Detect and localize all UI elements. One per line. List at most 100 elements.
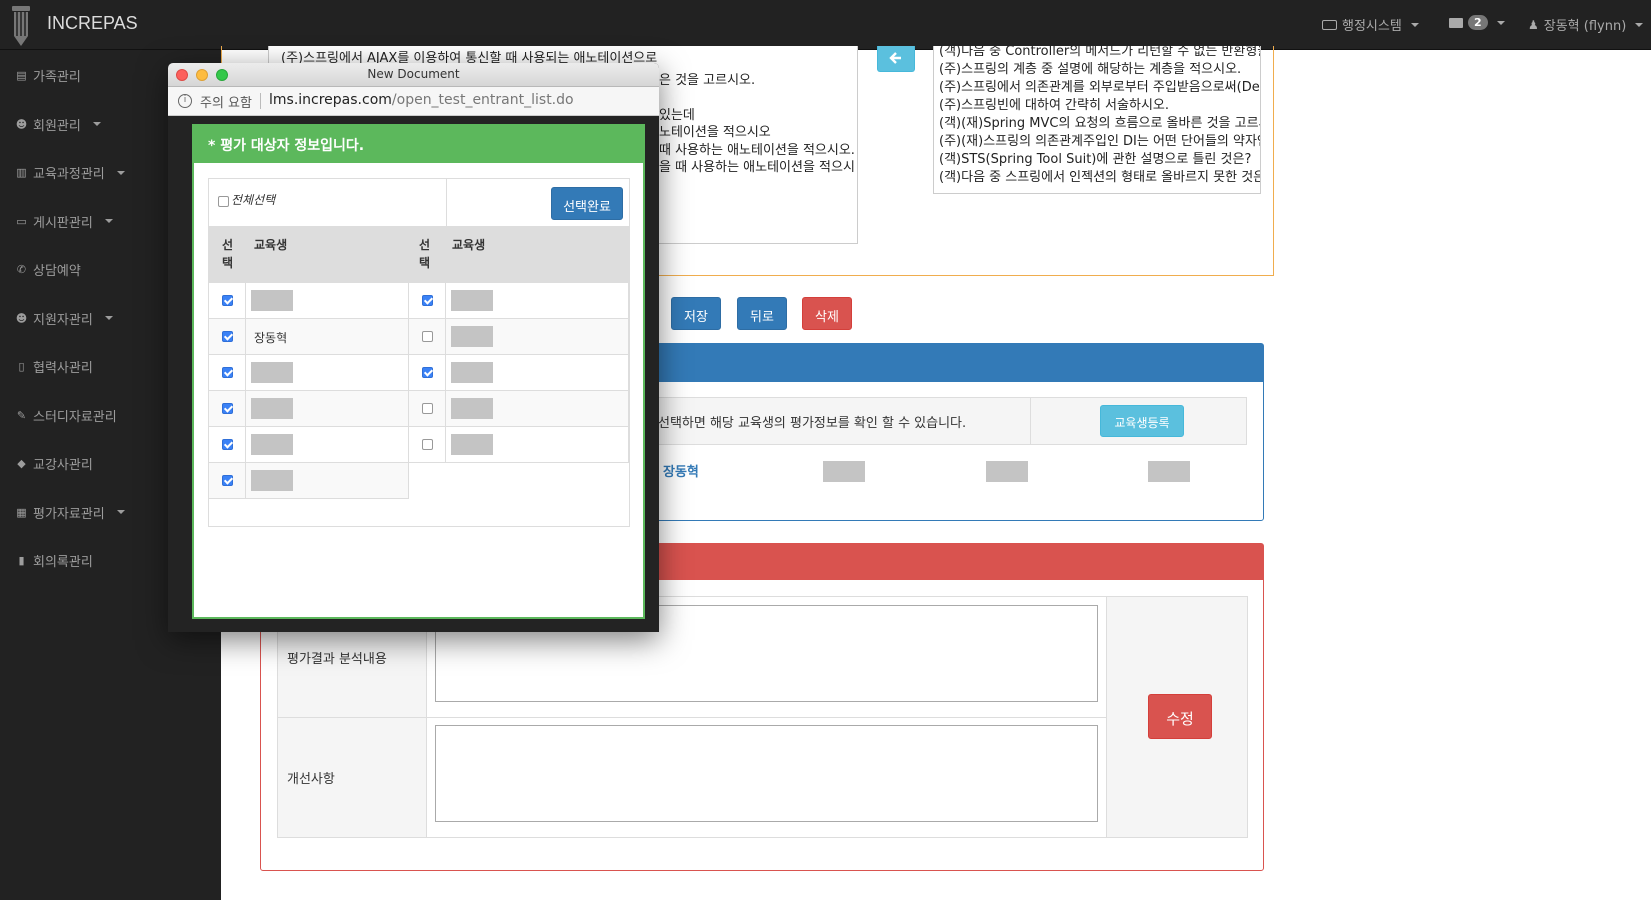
sidebar-item[interactable]: ▮ 회의록관리 bbox=[14, 551, 93, 570]
sidebar-item[interactable]: ☻ 지원자관리 bbox=[14, 309, 113, 328]
student-checkbox[interactable] bbox=[222, 403, 233, 414]
select-all-label[interactable]: 전체선택 bbox=[231, 191, 275, 208]
question-item[interactable]: (객)다음 중 Controller의 메서드가 리턴할 수 없는 반환형을 bbox=[939, 46, 1260, 61]
table-row bbox=[209, 355, 409, 391]
table-row bbox=[409, 319, 629, 355]
sidebar-item-label: 협력사관리 bbox=[33, 361, 93, 376]
question-item[interactable]: 은 것을 고르시오. bbox=[659, 72, 755, 90]
students-info-text: 선택하면 해당 교육생의 평가정보를 확인 할 수 있습니다. bbox=[658, 416, 967, 431]
register-student-button[interactable]: 교육생등록 bbox=[1100, 405, 1184, 437]
caret-down-icon bbox=[1496, 20, 1505, 25]
student-name-link[interactable]: 장동혁 bbox=[663, 461, 699, 480]
redacted-name bbox=[451, 434, 493, 455]
admin-system-menu[interactable]: 행정시스템 bbox=[1322, 15, 1419, 34]
caret-down-icon bbox=[92, 122, 101, 126]
messages-menu[interactable]: 2 bbox=[1449, 15, 1505, 30]
sidebar-item-label: 회의록관리 bbox=[33, 555, 93, 570]
redacted-name bbox=[451, 326, 493, 347]
question-item[interactable]: 을 때 사용하는 애노테이션을 적으시 bbox=[659, 159, 855, 177]
popup-window-title: New Document bbox=[367, 67, 460, 81]
sidebar-item[interactable]: ▭ 게시판관리 bbox=[14, 212, 113, 231]
student-checkbox[interactable] bbox=[222, 475, 233, 486]
redacted-name bbox=[251, 398, 293, 419]
edit-button[interactable]: 수정 bbox=[1148, 694, 1212, 739]
sidebar-item[interactable]: ▯ 협력사관리 bbox=[14, 357, 93, 376]
delete-button[interactable]: 삭제 bbox=[802, 297, 852, 330]
student-checkbox[interactable] bbox=[422, 439, 433, 450]
question-item[interactable]: (주)(재)스프링의 의존관계주입인 DI는 어떤 단어들의 약자인 bbox=[939, 133, 1260, 151]
question-item[interactable]: 때 사용하는 애노테이션을 적으시오. bbox=[659, 142, 855, 160]
desktop-icon: ▭ bbox=[16, 214, 27, 228]
student-checkbox[interactable] bbox=[422, 295, 433, 306]
popup-titlebar: New Document bbox=[168, 63, 659, 87]
redacted-name bbox=[251, 362, 293, 383]
popup-url-bar[interactable]: i 주의 요함 lms.increpas.com/open_test_entra… bbox=[168, 87, 659, 116]
sidebar-item[interactable]: ▦ 평가자료관리 bbox=[14, 503, 125, 522]
sidebar-item[interactable]: ▤ 가족관리 bbox=[14, 66, 81, 85]
student-checkbox[interactable] bbox=[222, 367, 233, 378]
student-checkbox[interactable] bbox=[222, 331, 233, 342]
sidebar-item[interactable]: ☻ 회원관리 bbox=[14, 115, 101, 134]
table-row: 장동혁 bbox=[209, 319, 409, 355]
sidebar-item[interactable]: ✎ 스터디자료관리 bbox=[14, 406, 117, 425]
sidebar-item-label: 회원관리 bbox=[33, 118, 81, 134]
student-checkbox[interactable] bbox=[222, 439, 233, 450]
sidebar-item-label: 평가자료관리 bbox=[33, 506, 105, 522]
question-item[interactable]: (주)스프링에서 의존관계를 외부로부터 주입받음으로써(Dep bbox=[939, 79, 1260, 97]
table-row bbox=[409, 283, 629, 319]
question-list-right: (객)다음 중 Controller의 메서드가 리턴할 수 없는 반환형을 (… bbox=[933, 46, 1261, 194]
question-item[interactable]: (객)다음 중 스프링에서 인젝션의 형태로 올바르지 못한 것은 bbox=[939, 169, 1260, 187]
brand-name[interactable]: INCREPAS bbox=[47, 13, 138, 34]
save-button[interactable]: 저장 bbox=[671, 297, 721, 330]
building-icon: ▯ bbox=[18, 360, 25, 373]
col-header-student: 교육생 bbox=[452, 238, 486, 252]
graduation-cap-icon: ◆ bbox=[17, 457, 26, 470]
question-item[interactable]: (주)스프링의 계층 중 설명에 해당하는 계층을 적으시오. bbox=[939, 61, 1241, 79]
table-row bbox=[409, 427, 629, 463]
caret-down-icon bbox=[116, 170, 125, 175]
table-row bbox=[209, 427, 409, 463]
col-header-select: 선택 bbox=[419, 238, 431, 270]
student-checkbox[interactable] bbox=[422, 403, 433, 414]
sidebar-item[interactable]: ◆ 교강사관리 bbox=[14, 454, 93, 473]
col-header-select: 선택 bbox=[222, 238, 234, 270]
popup-content: * 평가 대상자 정보입니다. 전체선택 선택완료 선택 교육생 선택 교육생 … bbox=[192, 124, 645, 619]
question-item[interactable]: 있는데 bbox=[659, 107, 695, 125]
student-checkbox[interactable] bbox=[422, 367, 433, 378]
message-count-badge: 2 bbox=[1468, 15, 1488, 30]
keyboard-icon bbox=[1322, 19, 1337, 30]
sidebar-item-label: 스터디자료관리 bbox=[33, 409, 117, 425]
popup-header: * 평가 대상자 정보입니다. bbox=[194, 126, 643, 163]
caret-down-icon bbox=[1410, 22, 1419, 27]
select-all-checkbox[interactable] bbox=[218, 196, 229, 207]
redacted-name bbox=[451, 290, 493, 311]
user-menu[interactable]: ♟ 장동혁 (flynn) bbox=[1528, 15, 1644, 34]
entrant-table: 전체선택 선택완료 선택 교육생 선택 교육생 장동혁 bbox=[208, 178, 630, 527]
question-item[interactable]: (객)(재)Spring MVC의 요청의 흐름으로 올바른 것을 고르시 bbox=[939, 115, 1260, 133]
security-warning: 주의 요함 bbox=[200, 96, 252, 111]
question-item[interactable]: (주)스프링빈에 대하여 간략히 서술하시오. bbox=[939, 97, 1169, 115]
sidebar-item-label: 교강사관리 bbox=[33, 458, 93, 473]
pencil-icon: ✎ bbox=[16, 408, 27, 422]
caret-down-icon bbox=[104, 316, 113, 320]
top-navbar: INCREPAS 행정시스템 2 ♟ 장동혁 (flynn) bbox=[0, 0, 1651, 50]
move-left-button[interactable] bbox=[877, 46, 915, 72]
book-icon: ▮ bbox=[18, 554, 25, 567]
admin-system-label: 행정시스템 bbox=[1342, 19, 1402, 34]
user-icon: ♟ bbox=[1528, 17, 1539, 32]
redacted-name bbox=[451, 362, 493, 383]
improvement-label: 개선사항 bbox=[287, 772, 335, 787]
student-checkbox[interactable] bbox=[422, 331, 433, 342]
improvement-textarea[interactable] bbox=[435, 725, 1098, 822]
table-row bbox=[209, 283, 409, 319]
question-item[interactable]: (객)STS(Spring Tool Suit)에 관한 설명으로 틀린 것은? bbox=[939, 151, 1251, 169]
back-button[interactable]: 뒤로 bbox=[737, 297, 787, 330]
question-item[interactable]: 노테이션을 적으시오 bbox=[659, 124, 771, 142]
select-complete-button[interactable]: 선택완료 bbox=[551, 187, 623, 220]
sidebar-item[interactable]: ▥ 교육과정관리 bbox=[14, 163, 125, 182]
table-row bbox=[209, 463, 409, 499]
arrow-left-icon bbox=[889, 52, 901, 64]
student-name: 장동혁 bbox=[254, 331, 288, 345]
sidebar-item[interactable]: ✆ 상담예약 bbox=[14, 260, 81, 279]
student-checkbox[interactable] bbox=[222, 295, 233, 306]
